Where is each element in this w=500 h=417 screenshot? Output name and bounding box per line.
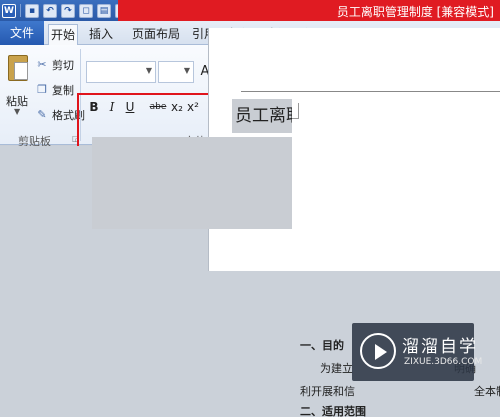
paragraph-text[interactable]: 为建立 <box>320 360 353 376</box>
title-bar: W ▪ ↶ ↷ ◻ ▤ ▾ 员工离职管理制度 [兼容模式] <box>0 0 500 21</box>
word-app-icon: W <box>2 3 16 18</box>
watermark-url: ZIXUE.3D66.COM <box>404 357 483 367</box>
chevron-down-icon[interactable]: ▼ <box>184 66 190 75</box>
font-size-combobox[interactable]: ▼ <box>158 61 194 83</box>
play-logo-icon <box>360 333 396 369</box>
document-title[interactable]: 员工离职 <box>232 99 292 133</box>
chevron-down-icon[interactable]: ▼ <box>146 66 152 75</box>
copy-icon: ❐ <box>37 83 47 96</box>
header-divider <box>241 91 500 92</box>
site-watermark: 溜溜自学 ZIXUE.3D66.COM <box>352 323 482 381</box>
qat-divider <box>20 4 21 17</box>
tab-file[interactable]: 文件 <box>0 21 44 45</box>
print-icon[interactable]: ▤ <box>97 3 111 18</box>
title-highlight: 员工离职管理制度 [兼容模式] <box>118 0 500 21</box>
copy-button[interactable]: ❐ 复制 <box>36 82 74 98</box>
window-title: 员工离职管理制度 [兼容模式] <box>336 5 494 19</box>
tab-insert[interactable]: 插入 <box>86 24 116 45</box>
paste-icon[interactable] <box>8 55 28 81</box>
redo-icon[interactable]: ↷ <box>61 3 75 18</box>
paste-dropdown-icon[interactable]: ▼ <box>14 107 20 116</box>
quick-access-toolbar: W ▪ ↶ ↷ ◻ ▤ ▾ <box>2 2 129 19</box>
tab-page-layout[interactable]: 页面布局 <box>128 24 184 45</box>
cut-button[interactable]: ✂ 剪切 <box>36 57 74 73</box>
tab-home[interactable]: 开始 <box>48 24 78 45</box>
section-heading[interactable]: 一、目的 <box>300 337 344 353</box>
copy-label: 复制 <box>52 84 74 97</box>
cut-label: 剪切 <box>52 59 74 72</box>
watermark-title: 溜溜自学 <box>402 337 478 357</box>
paragraph-text[interactable]: 利开展和信 <box>300 383 355 399</box>
scissors-icon: ✂ <box>37 58 47 71</box>
selected-text-block <box>92 137 292 229</box>
paragraph-text-right[interactable]: 全本制 <box>474 383 500 399</box>
save-icon[interactable]: ▪ <box>25 3 39 18</box>
undo-icon[interactable]: ↶ <box>43 3 57 18</box>
section-heading[interactable]: 二、适用范围 <box>300 403 366 417</box>
font-name-combobox[interactable]: ▼ <box>86 61 156 83</box>
brush-icon: ✎ <box>37 108 47 121</box>
print-preview-icon[interactable]: ◻ <box>79 3 93 18</box>
